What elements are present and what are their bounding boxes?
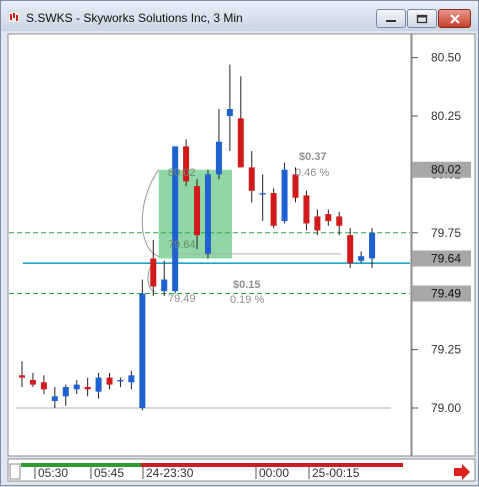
candle-body	[40, 382, 47, 390]
candle-body	[128, 375, 135, 383]
candle-body	[139, 293, 146, 408]
y-tick-label: 80.25	[431, 109, 461, 123]
upper-change: $0.37	[299, 151, 327, 163]
x-tick-label: 05:30	[38, 466, 68, 480]
x-tick-label: 05:45	[94, 466, 124, 480]
candle[interactable]	[139, 279, 146, 411]
candle-body	[194, 186, 201, 236]
candle-body	[215, 141, 222, 175]
price-box-label: 79.49	[431, 287, 461, 301]
candlestick-chart: 80.02 79.64 $0.37 0.46 % $0.15 0.19 % 79.49 79…	[7, 33, 476, 482]
lower-change: $0.15	[233, 279, 261, 291]
price-box-label: 79.64	[431, 251, 461, 265]
candle-body	[281, 169, 288, 222]
candle-body	[150, 258, 157, 287]
candle-body	[237, 118, 244, 168]
candle-body	[161, 279, 168, 292]
candle-body	[106, 377, 113, 385]
time-axis[interactable]	[7, 458, 476, 482]
candle-body	[336, 216, 343, 226]
y-tick-label: 79.75	[431, 226, 461, 240]
candle-body	[117, 379, 124, 382]
lower-percent: 0.19 %	[230, 294, 264, 306]
upper-percent: 0.46 %	[295, 167, 329, 179]
candle[interactable]	[204, 169, 211, 259]
candle[interactable]	[281, 162, 288, 224]
x-tick-label: 25-00:15	[312, 466, 360, 480]
box-top-price: 80.02	[168, 167, 196, 179]
lower-price: 79.49	[168, 293, 196, 305]
x-tick-label: 00:00	[259, 466, 289, 480]
candle-body	[19, 375, 25, 378]
chart-window: S.SWKS - Skyworks Solutions Inc, 3 Min 8…	[0, 0, 479, 486]
x-tick-label: 24-23:30	[146, 466, 194, 480]
candle-body	[358, 256, 365, 261]
candle-body	[73, 384, 80, 390]
candle-body	[84, 386, 91, 390]
candle-body	[62, 386, 69, 397]
candle[interactable]	[183, 139, 190, 187]
candle-body	[226, 108, 233, 116]
candle-body	[270, 193, 277, 226]
candle-body	[347, 235, 354, 264]
scroll-box[interactable]	[9, 463, 21, 480]
candle-body	[248, 167, 255, 191]
price-box-label: 80.02	[431, 163, 461, 177]
candle-body	[51, 396, 58, 401]
candle-body	[259, 193, 266, 195]
candle-body	[204, 174, 211, 254]
y-tick-label: 80.50	[431, 51, 461, 65]
candle[interactable]	[270, 188, 277, 229]
y-tick-label: 79.00	[431, 401, 461, 415]
candle-body	[95, 377, 102, 392]
candle-body	[314, 216, 321, 231]
box-bottom-price: 79.64	[168, 239, 196, 251]
candle-body	[369, 232, 376, 259]
candle-body	[325, 214, 332, 222]
y-tick-label: 79.25	[431, 343, 461, 357]
candle-body	[303, 195, 310, 224]
price-axis[interactable]	[411, 33, 476, 457]
candle-body	[29, 379, 36, 385]
